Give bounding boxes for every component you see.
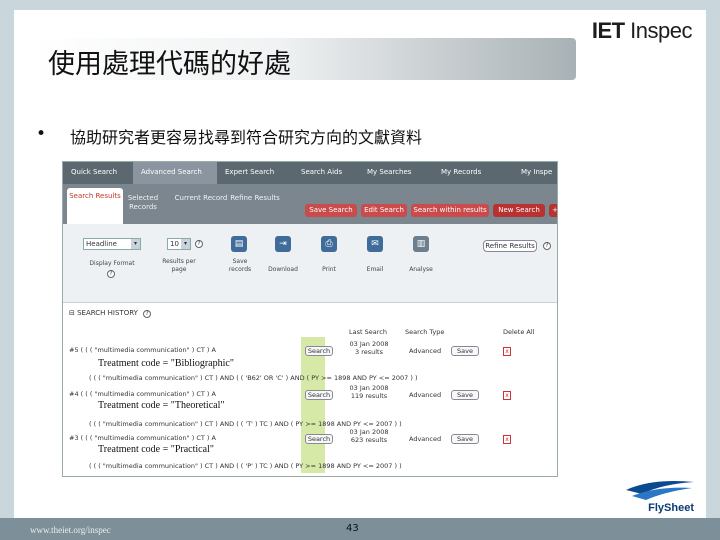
results-per-page-select[interactable]: 10 ▾ — [167, 238, 191, 250]
help-icon[interactable]: ? — [543, 242, 551, 250]
search-history-title: SEARCH HISTORY — [77, 309, 138, 317]
tab-my-records[interactable]: My Records — [433, 162, 513, 184]
flysheet-logo-text: FlySheet — [648, 502, 694, 514]
row-query: #5 ( ( ( "multimedia communication" ) CT… — [69, 346, 216, 354]
tab-refine-results[interactable]: Refine Results — [227, 190, 283, 220]
history-row: #3 ( ( ( "multimedia communication" ) CT… — [63, 426, 557, 470]
treatment-annotation: Treatment code = "Bibliographic" — [97, 358, 235, 369]
email-icon[interactable]: ✉ — [367, 236, 383, 252]
analyse-icon[interactable]: ▥ — [413, 236, 429, 252]
chevron-down-icon: ▾ — [181, 239, 190, 249]
tab-my-searches[interactable]: My Searches — [359, 162, 433, 184]
rerun-search-button[interactable]: Search — [305, 434, 333, 444]
iet-inspec-logo: IET Inspec — [591, 18, 693, 43]
save-records-label: Save records — [228, 258, 252, 273]
edit-search-button[interactable]: Edit Search — [361, 204, 407, 217]
search-history-header[interactable]: ⊟ SEARCH HISTORY ? — [63, 302, 557, 320]
new-search-button[interactable]: New Search — [493, 204, 545, 217]
save-history-button[interactable]: Save — [451, 434, 479, 444]
chevron-down-icon: ▾ — [131, 239, 140, 249]
row-query-detail: ( ( ( "multimedia communication" ) CT ) … — [89, 374, 418, 382]
tab-my-inspec[interactable]: My Inspe — [513, 162, 557, 184]
display-format-value: Headline — [86, 240, 117, 248]
row-date[interactable]: 03 Jan 2008 3 results — [349, 340, 389, 356]
analyse-label: Analyse — [409, 266, 433, 273]
rerun-search-button[interactable]: Search — [305, 346, 333, 356]
treatment-annotation: Treatment code = "Theoretical" — [97, 400, 226, 411]
delete-icon[interactable]: x — [503, 435, 511, 444]
print-label: Print — [322, 266, 336, 273]
save-history-button[interactable]: Save — [451, 346, 479, 356]
row-search-type: Advanced — [409, 435, 442, 443]
row-query: #4 ( ( ( "multimedia communication" ) CT… — [69, 390, 216, 398]
slide-frame-top — [0, 0, 720, 10]
help-icon[interactable]: ? — [107, 270, 115, 278]
slide-title: 使用處理代碼的好處 — [48, 49, 291, 80]
save-records-icon[interactable]: ▤ — [231, 236, 247, 252]
col-last-search: Last Search — [349, 328, 387, 336]
print-icon[interactable]: ⎙ — [321, 236, 337, 252]
tab-quick-search[interactable]: Quick Search — [63, 162, 133, 184]
tab-current-record[interactable]: Current Record — [173, 190, 229, 220]
footer-url[interactable]: www.theiet.org/inspec — [30, 525, 111, 535]
collapse-icon[interactable]: ⊟ — [69, 309, 77, 317]
refine-results-button[interactable]: Refine Results — [483, 240, 537, 252]
row-date[interactable]: 03 Jan 2008 623 results — [349, 428, 389, 444]
delete-icon[interactable]: x — [503, 391, 511, 400]
tab-advanced-search[interactable]: Advanced Search — [133, 162, 217, 184]
slide-frame-left — [0, 0, 14, 540]
bullet-mark: • — [36, 124, 47, 144]
history-row: #5 ( ( ( "multimedia communication" ) CT… — [63, 338, 557, 382]
add-button[interactable]: + — [549, 204, 557, 217]
display-format-select[interactable]: Headline ▾ — [83, 238, 141, 250]
tab-expert-search[interactable]: Expert Search — [217, 162, 293, 184]
delete-icon[interactable]: x — [503, 347, 511, 356]
results-per-page-label: Results per page — [162, 258, 196, 273]
row-search-type: Advanced — [409, 391, 442, 399]
row-search-type: Advanced — [409, 347, 442, 355]
bullet-text: 協助研究者更容易找尋到符合研究方向的文獻資料 — [70, 128, 423, 147]
slide-frame-right — [706, 0, 720, 540]
email-label: Email — [366, 266, 384, 273]
results-per-page-value: 10 — [170, 240, 179, 248]
download-label: Download — [268, 266, 298, 273]
tab-search-aids[interactable]: Search Aids — [293, 162, 359, 184]
rerun-search-button[interactable]: Search — [305, 390, 333, 400]
top-nav: Quick Search Advanced Search Expert Sear… — [63, 162, 557, 184]
save-history-button[interactable]: Save — [451, 390, 479, 400]
display-format-label: Display Format — [89, 260, 135, 267]
tab-selected-records[interactable]: Selected Records — [115, 190, 171, 220]
save-search-button[interactable]: Save Search — [305, 204, 357, 217]
row-query-detail: ( ( ( "multimedia communication" ) CT ) … — [89, 462, 402, 470]
help-icon[interactable]: ? — [143, 310, 152, 318]
delete-all-link[interactable]: Delete All — [503, 328, 534, 336]
results-subnav: Search Results Selected Records Current … — [63, 184, 557, 224]
results-toolbar: Headline ▾ Display Format ? 10 ▾ Results… — [63, 224, 557, 302]
row-query: #3 ( ( ( "multimedia communication" ) CT… — [69, 434, 216, 442]
col-search-type: Search Type — [405, 328, 445, 336]
treatment-annotation: Treatment code = "Practical" — [97, 444, 215, 455]
page-number: 43 — [346, 523, 359, 534]
row-date[interactable]: 03 Jan 2008 119 results — [349, 384, 389, 400]
help-icon[interactable]: ? — [195, 240, 203, 248]
download-icon[interactable]: ⇥ — [275, 236, 291, 252]
history-row: #4 ( ( ( "multimedia communication" ) CT… — [63, 382, 557, 428]
inspec-screenshot: Quick Search Advanced Search Expert Sear… — [62, 161, 558, 477]
search-within-results-button[interactable]: Search within results — [411, 204, 489, 217]
